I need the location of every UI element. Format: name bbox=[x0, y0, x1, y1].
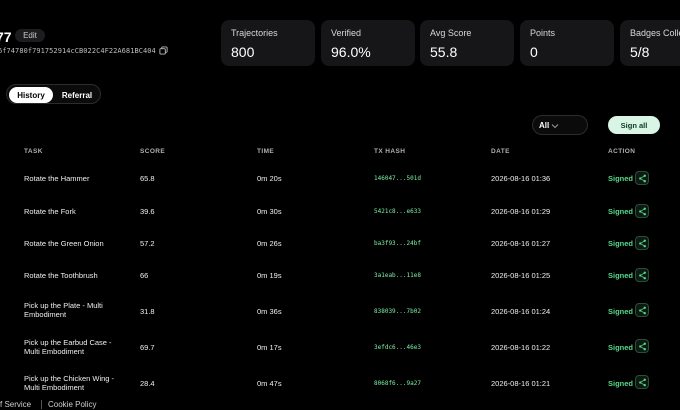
task-name: Pick up the Chicken Wing - Multi Embodim… bbox=[24, 374, 115, 392]
share-icon bbox=[638, 306, 646, 314]
share-button[interactable] bbox=[635, 171, 649, 185]
date-value: 2026-08-16 01:22 bbox=[491, 343, 551, 352]
time-value: 0m 20s bbox=[257, 174, 282, 183]
edit-profile-button[interactable]: Edit bbox=[15, 29, 45, 42]
tx-hash-link[interactable]: 3a1eab...11e8 bbox=[374, 272, 421, 279]
score-value: 31.8 bbox=[140, 307, 155, 316]
score-value: 65.8 bbox=[140, 174, 155, 183]
tab-history[interactable]: History bbox=[9, 87, 53, 103]
status-badge: Signed bbox=[608, 174, 634, 183]
stat-label: Points bbox=[530, 28, 556, 38]
task-name: Pick up the Plate - Multi Embodiment bbox=[24, 301, 103, 319]
time-value: 0m 26s bbox=[257, 239, 282, 248]
status-badge: Signed bbox=[608, 239, 634, 248]
tx-hash-link[interactable]: ba3f93...24bf bbox=[374, 240, 421, 247]
date-value: 2026-08-16 01:36 bbox=[491, 174, 551, 183]
stat-value: 5/8 bbox=[630, 44, 650, 60]
score-value: 69.7 bbox=[140, 343, 155, 352]
share-button[interactable] bbox=[635, 204, 649, 218]
filter-select[interactable]: All bbox=[532, 115, 588, 135]
time-value: 0m 36s bbox=[257, 307, 282, 316]
stat-card-verified: Verified 96.0% bbox=[321, 20, 415, 66]
column-header-date: DATE bbox=[491, 148, 510, 155]
table-row: Rotate the Fork 39.6 0m 30s 5421c8...e63… bbox=[0, 203, 680, 233]
date-value: 2026-08-16 01:21 bbox=[491, 379, 551, 388]
status-badge: Signed bbox=[608, 207, 634, 216]
status-badge: Signed bbox=[608, 379, 634, 388]
stat-value: 0 bbox=[530, 44, 538, 60]
share-icon bbox=[638, 174, 646, 182]
column-header-tx-hash: TX HASH bbox=[374, 148, 406, 155]
share-button[interactable] bbox=[635, 236, 649, 250]
date-value: 2026-08-16 01:24 bbox=[491, 307, 551, 316]
table-row: Pick up the Earbud Case - Multi Embodime… bbox=[0, 338, 680, 368]
stat-value: 800 bbox=[231, 44, 255, 60]
share-icon bbox=[638, 378, 646, 386]
stat-value: 55.8 bbox=[430, 44, 458, 60]
share-button[interactable] bbox=[635, 303, 649, 317]
task-name: Rotate the Fork bbox=[24, 207, 76, 216]
stat-card-points: Points 0 bbox=[520, 20, 614, 66]
time-value: 0m 47s bbox=[257, 379, 282, 388]
chevron-down-icon bbox=[551, 124, 559, 129]
tx-hash-link[interactable]: 8068f6...9a27 bbox=[374, 380, 421, 387]
share-button[interactable] bbox=[635, 268, 649, 282]
share-button[interactable] bbox=[635, 375, 649, 389]
status-badge: Signed bbox=[608, 343, 634, 352]
date-value: 2026-08-16 01:29 bbox=[491, 207, 551, 216]
share-icon bbox=[638, 239, 646, 247]
table-row: Rotate the Toothbrush 66 0m 19s 3a1eab..… bbox=[0, 267, 680, 297]
status-badge: Signed bbox=[608, 307, 634, 316]
time-value: 0m 17s bbox=[257, 343, 282, 352]
task-name: Rotate the Hammer bbox=[24, 174, 90, 183]
wallet-address: 6f74780f791752914cCB022C4F22A681BC404 bbox=[0, 47, 156, 55]
task-name: Rotate the Green Onion bbox=[24, 239, 104, 248]
sign-all-button[interactable]: Sign all bbox=[608, 116, 660, 134]
footer-terms-link[interactable]: f Service bbox=[0, 400, 31, 409]
column-header-time: TIME bbox=[257, 148, 275, 155]
filter-selected-value: All bbox=[539, 121, 550, 130]
date-value: 2026-08-16 01:25 bbox=[491, 271, 551, 280]
footer-cookie-link[interactable]: Cookie Policy bbox=[48, 400, 96, 409]
tx-hash-link[interactable]: 146047...501d bbox=[374, 175, 421, 182]
time-value: 0m 30s bbox=[257, 207, 282, 216]
stat-card-trajectories: Trajectories 800 bbox=[221, 20, 315, 66]
share-icon bbox=[638, 207, 646, 215]
stat-value: 96.0% bbox=[331, 44, 371, 60]
table-row: Rotate the Green Onion 57.2 0m 26s ba3f9… bbox=[0, 235, 680, 265]
stat-label: Avg Score bbox=[430, 28, 472, 38]
score-value: 39.6 bbox=[140, 207, 155, 216]
share-icon bbox=[638, 342, 646, 350]
stat-label: Badges Collec bbox=[630, 28, 680, 38]
score-value: 57.2 bbox=[140, 239, 155, 248]
table-row: Pick up the Plate - Multi Embodiment 31.… bbox=[0, 300, 680, 330]
stat-label: Trajectories bbox=[231, 28, 278, 38]
time-value: 0m 19s bbox=[257, 271, 282, 280]
tx-hash-link[interactable]: 5421c8...e633 bbox=[374, 208, 421, 215]
profile-name: 77 bbox=[0, 29, 12, 45]
share-button[interactable] bbox=[635, 339, 649, 353]
tx-hash-link[interactable]: 3efdc6...46e3 bbox=[374, 344, 421, 351]
date-value: 2026-08-16 01:27 bbox=[491, 239, 551, 248]
score-value: 66 bbox=[140, 271, 149, 280]
tab-bar: History Referral bbox=[6, 84, 101, 104]
stat-card-badges: Badges Collec 5/8 bbox=[620, 20, 680, 66]
tx-hash-link[interactable]: 838039...7b02 bbox=[374, 308, 421, 315]
status-badge: Signed bbox=[608, 271, 634, 280]
column-header-task: TASK bbox=[24, 148, 43, 155]
table-row: Pick up the Chicken Wing - Multi Embodim… bbox=[0, 374, 680, 404]
score-value: 28.4 bbox=[140, 379, 155, 388]
task-name: Pick up the Earbud Case - Multi Embodime… bbox=[24, 338, 112, 356]
copy-icon[interactable] bbox=[159, 46, 168, 55]
column-header-action: ACTION bbox=[608, 148, 636, 155]
task-name: Rotate the Toothbrush bbox=[24, 271, 98, 280]
column-header-score: SCORE bbox=[140, 148, 166, 155]
stat-label: Verified bbox=[331, 28, 362, 38]
tab-referral[interactable]: Referral bbox=[55, 87, 99, 103]
table-row: Rotate the Hammer 65.8 0m 20s 146047...5… bbox=[0, 170, 680, 200]
stat-card-avg-score: Avg Score 55.8 bbox=[420, 20, 514, 66]
footer-divider bbox=[41, 400, 42, 409]
share-icon bbox=[638, 271, 646, 279]
